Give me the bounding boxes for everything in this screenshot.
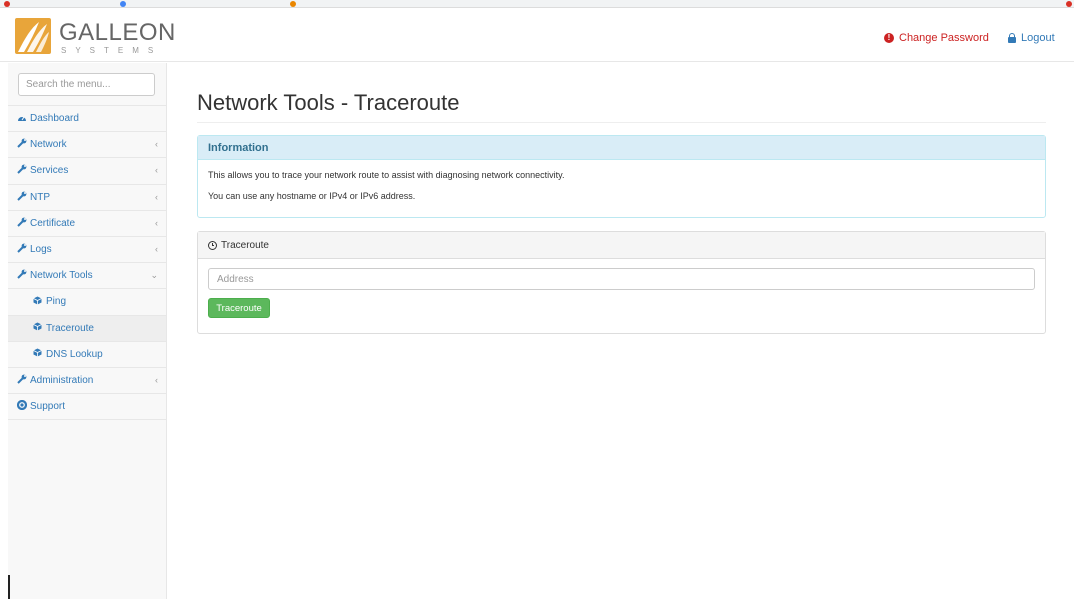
sidebar-item-label: Services	[30, 165, 69, 177]
browser-dot-icon	[120, 1, 126, 7]
wrench-icon	[16, 191, 27, 204]
sidebar-search	[8, 63, 166, 106]
sidebar-item-services[interactable]: Services ‹	[8, 158, 166, 185]
wrench-icon	[16, 374, 27, 387]
chevron-down-icon: ⌄	[150, 270, 158, 281]
lock-icon	[1008, 33, 1016, 43]
sidebar-item-label: Support	[30, 401, 66, 413]
window-edge	[8, 575, 10, 599]
change-password-link[interactable]: ! Change Password	[884, 32, 989, 44]
sidebar-item-label: Dashboard	[30, 113, 79, 125]
logout-label: Logout	[1021, 32, 1055, 44]
brand-subtitle: SYSTEMS	[61, 46, 163, 55]
sidebar-item-label: NTP	[30, 191, 50, 203]
traceroute-panel-title: Traceroute	[221, 239, 269, 251]
dashboard-icon	[16, 113, 27, 125]
galleon-logo-icon	[15, 18, 51, 54]
logout-link[interactable]: Logout	[1008, 32, 1055, 44]
browser-dot-icon	[1066, 1, 1072, 7]
cube-icon	[32, 296, 43, 308]
clock-icon	[208, 240, 217, 250]
sidebar-item-certificate[interactable]: Certificate ‹	[8, 211, 166, 237]
wrench-icon	[16, 243, 27, 256]
sidebar-item-label: Traceroute	[46, 322, 94, 334]
sidebar-item-label: Certificate	[30, 217, 76, 229]
sidebar-item-label: Administration	[30, 374, 94, 386]
lifebuoy-icon	[16, 400, 27, 413]
sidebar-item-ntp[interactable]: NTP ‹	[8, 185, 166, 211]
sidebar-item-label: Logs	[30, 244, 52, 256]
sidebar-item-dns-lookup[interactable]: DNS Lookup	[8, 342, 166, 368]
address-input[interactable]	[208, 268, 1035, 290]
brand-logo[interactable]: GALLEON SYSTEMS	[15, 18, 175, 58]
traceroute-panel: Traceroute Traceroute	[197, 231, 1046, 334]
chevron-left-icon: ‹	[155, 191, 158, 202]
sidebar-item-label: Network Tools	[30, 270, 93, 282]
info-text-line: This allows you to trace your network ro…	[208, 170, 565, 180]
wrench-icon	[16, 269, 27, 282]
sidebar-item-network-tools[interactable]: Network Tools ⌄	[8, 263, 166, 290]
sidebar-item-ping[interactable]: Ping	[8, 289, 166, 316]
divider	[197, 122, 1046, 123]
wrench-icon	[16, 164, 27, 177]
page-title: Network Tools - Traceroute	[197, 90, 460, 115]
sidebar-item-administration[interactable]: Administration ‹	[8, 368, 166, 395]
sidebar-item-dashboard[interactable]: Dashboard	[8, 106, 166, 133]
traceroute-button[interactable]: Traceroute	[208, 298, 270, 318]
browser-dot-icon	[290, 1, 296, 7]
sidebar-item-label: DNS Lookup	[46, 348, 103, 360]
exclamation-circle-icon: !	[884, 33, 894, 43]
chevron-left-icon: ‹	[155, 165, 158, 176]
sidebar-item-label: Ping	[46, 296, 67, 308]
information-panel-body: This allows you to trace your network ro…	[198, 160, 1045, 222]
chevron-left-icon: ‹	[155, 217, 158, 228]
search-menu-input[interactable]	[18, 73, 155, 96]
chevron-left-icon: ‹	[155, 243, 158, 254]
cube-icon	[32, 348, 43, 360]
chevron-left-icon: ‹	[155, 139, 158, 150]
info-text-line: You can use any hostname or IPv4 or IPv6…	[208, 191, 416, 201]
sidebar: Dashboard Network ‹ Services ‹ NTP ‹ Cer…	[8, 63, 167, 599]
sidebar-item-support[interactable]: Support	[8, 394, 166, 421]
information-panel: Information This allows you to trace you…	[197, 135, 1046, 218]
wrench-icon	[16, 138, 27, 151]
information-panel-heading: Information	[198, 136, 1045, 160]
top-header: GALLEON SYSTEMS ! Change Password Logout	[0, 8, 1074, 62]
traceroute-panel-heading: Traceroute	[198, 232, 1045, 259]
wrench-icon	[16, 217, 27, 230]
sidebar-item-traceroute[interactable]: Traceroute	[8, 315, 166, 342]
sidebar-item-label: Network	[30, 139, 67, 151]
chevron-left-icon: ‹	[155, 374, 158, 385]
brand-name: GALLEON	[59, 19, 176, 46]
change-password-label: Change Password	[899, 32, 989, 44]
browser-dot-icon	[4, 1, 10, 7]
sidebar-item-network[interactable]: Network ‹	[8, 132, 166, 159]
cube-icon	[32, 322, 43, 334]
browser-top-strip	[0, 0, 1074, 8]
sidebar-item-logs[interactable]: Logs ‹	[8, 237, 166, 264]
